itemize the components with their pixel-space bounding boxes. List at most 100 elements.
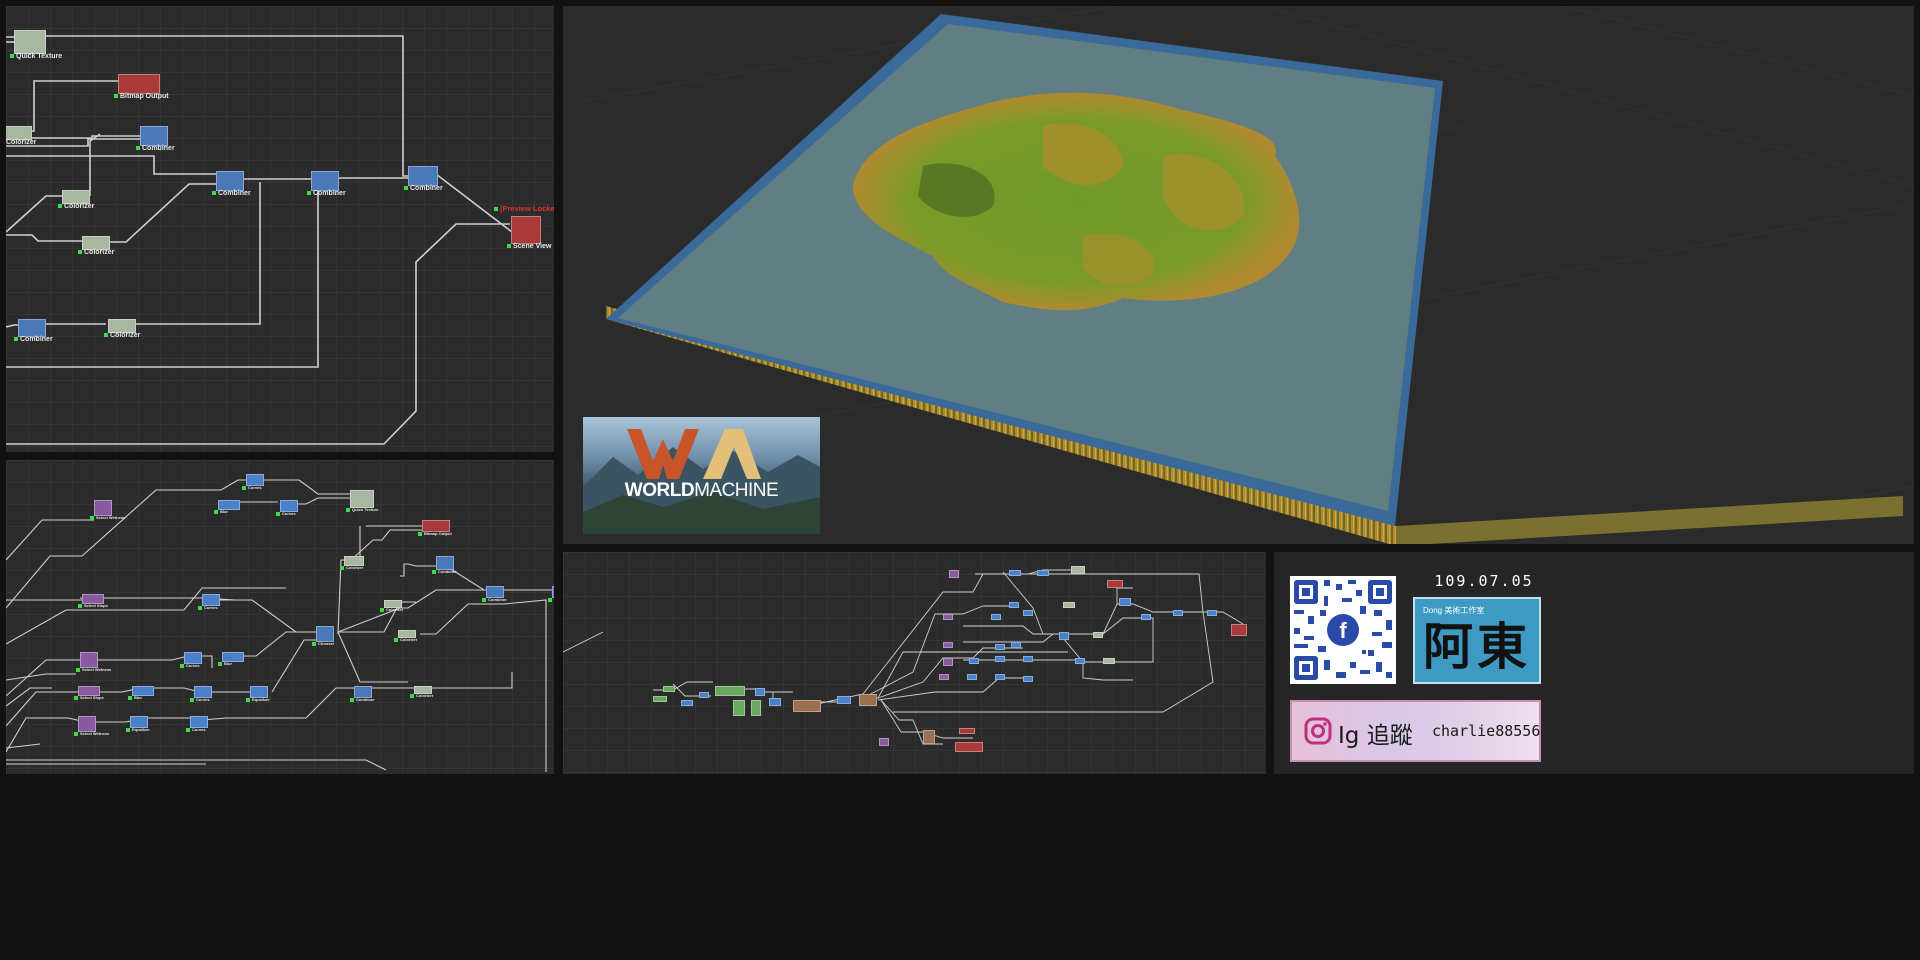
overview-node[interactable] [1011, 642, 1021, 648]
instagram-banner[interactable]: Ig 追蹤 charlie88556 [1290, 700, 1541, 762]
node-body[interactable] [511, 216, 541, 244]
overview-node[interactable] [995, 644, 1005, 650]
node-body[interactable] [216, 171, 244, 191]
node-label: Colorizer [78, 249, 114, 256]
overview-node[interactable] [681, 700, 693, 706]
bottom-node-graph[interactable]: Curves Select Wetness Blur Curves Quick Text… [6, 460, 554, 774]
logo-text-bold: WORLD [624, 480, 695, 501]
overview-node[interactable] [969, 658, 979, 664]
post-date: 109.07.05 [1434, 572, 1534, 590]
overview-node[interactable] [955, 742, 983, 752]
node-label: Equalizer [126, 727, 150, 732]
node-label: Curves [242, 485, 262, 490]
overview-node[interactable] [1173, 610, 1183, 616]
overview-node[interactable] [1207, 610, 1217, 616]
overview-node[interactable] [1107, 580, 1123, 588]
node-body[interactable] [78, 716, 96, 732]
overview-node[interactable] [1119, 598, 1131, 606]
node-body[interactable] [80, 652, 98, 668]
overview-node[interactable] [1059, 632, 1069, 640]
overview-node[interactable] [699, 692, 709, 698]
overview-node[interactable] [1103, 658, 1115, 664]
overview-node[interactable] [943, 658, 953, 666]
overview-node[interactable] [923, 730, 935, 744]
overview-node[interactable] [959, 728, 975, 734]
instagram-prefix: Ig 追蹤 [1338, 723, 1413, 749]
node-label: Select Slope [78, 603, 108, 608]
node-label: Blur [218, 661, 232, 666]
node-label: Select Wetness [90, 515, 125, 520]
node-body[interactable] [62, 190, 90, 204]
node-body[interactable] [311, 171, 339, 191]
overview-node[interactable] [949, 570, 959, 578]
node-body[interactable] [408, 166, 438, 186]
node-body[interactable] [6, 126, 32, 140]
overview-node[interactable] [653, 696, 667, 702]
overview-node[interactable] [1023, 676, 1033, 682]
overview-node[interactable] [755, 688, 765, 696]
node-body[interactable] [14, 30, 46, 54]
overview-node[interactable] [995, 674, 1005, 680]
social-panel: f 109.07.05 Dong 美術工作室 阿東 Ig 追蹤 charlie8… [1274, 552, 1914, 774]
overview-node[interactable] [1023, 656, 1033, 662]
node-body[interactable] [436, 556, 454, 570]
node-body[interactable] [82, 236, 110, 250]
graph-wires [6, 35, 513, 445]
studio-logo: Dong 美術工作室 阿東 [1413, 597, 1541, 684]
logo-text: WORLDMACHINE [583, 480, 820, 502]
node-body[interactable] [18, 319, 46, 337]
node-label: Select Wetness [74, 731, 109, 736]
overview-node[interactable] [769, 698, 781, 706]
node-body[interactable] [350, 490, 374, 508]
overview-node[interactable] [1009, 602, 1019, 608]
node-label: Chooser [312, 641, 334, 646]
overview-node[interactable] [939, 674, 949, 680]
node-body[interactable] [108, 319, 136, 333]
overview-node[interactable] [1071, 566, 1085, 574]
node-label: Combiner [136, 145, 175, 152]
overview-node[interactable] [1231, 624, 1247, 636]
overview-node[interactable] [1075, 658, 1085, 664]
overview-node[interactable] [943, 642, 953, 648]
overview-node[interactable] [967, 674, 977, 680]
overview-node[interactable] [1063, 602, 1075, 608]
node-label: Combiner [432, 569, 457, 574]
overview-node[interactable] [733, 700, 745, 716]
node-label: Select Wetness [76, 667, 111, 672]
node-label: Colorizer [394, 637, 417, 642]
node-body[interactable] [316, 626, 334, 642]
node-label: Quick Texture [346, 507, 378, 512]
overview-node[interactable] [991, 614, 1001, 620]
overview-node[interactable] [879, 738, 889, 746]
node-label: Combiner [14, 336, 53, 343]
node-label: Combiner [307, 190, 346, 197]
node-label: Colorizer [104, 332, 140, 339]
overview-node[interactable] [663, 686, 675, 692]
facebook-qr-code[interactable]: f [1290, 576, 1396, 684]
overview-node[interactable] [859, 694, 877, 706]
overview-node[interactable] [1037, 570, 1049, 576]
overview-node[interactable] [1023, 610, 1033, 616]
node-label: Colorizer [6, 139, 36, 146]
node-label: Combiner [482, 597, 507, 602]
node-label: Bitmap Output [114, 93, 169, 100]
overview-node[interactable] [715, 686, 745, 696]
node-label: Colorizer [340, 565, 363, 570]
node-body[interactable] [118, 74, 160, 94]
overview-node[interactable] [793, 700, 821, 712]
node-label: Blur [128, 695, 142, 700]
overview-node-graph[interactable] [563, 552, 1266, 774]
overview-node[interactable] [837, 696, 851, 704]
instagram-handle: charlie88556 [1432, 722, 1541, 740]
top-node-graph[interactable]: Quick Texture Bitmap Output Colorizer Combi… [6, 6, 554, 452]
overview-node[interactable] [1141, 614, 1151, 620]
node-body[interactable] [140, 126, 168, 146]
node-label: Combiner [212, 190, 251, 197]
node-body[interactable] [94, 500, 112, 516]
node-label: Curves [180, 663, 200, 668]
overview-node[interactable] [751, 700, 761, 716]
overview-node[interactable] [943, 614, 953, 620]
overview-node[interactable] [1093, 632, 1103, 638]
overview-node[interactable] [1009, 570, 1021, 576]
overview-node[interactable] [995, 656, 1005, 662]
